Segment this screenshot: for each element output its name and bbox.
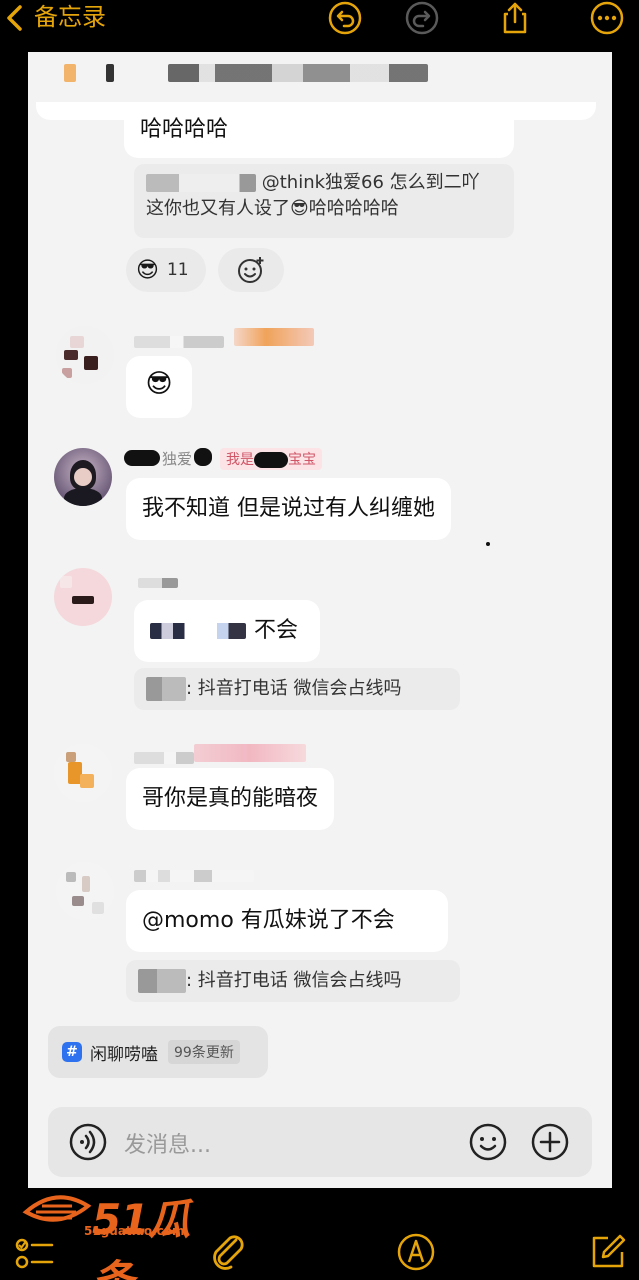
quote-line: : 抖音打电话 微信会占线吗 <box>186 970 402 991</box>
watermark-fish-icon <box>22 1195 92 1222</box>
compose-icon[interactable] <box>588 1232 628 1272</box>
add-emoji-icon <box>238 257 264 283</box>
more-icon <box>590 1 624 35</box>
plus-icon[interactable] <box>530 1122 570 1162</box>
topic-update-badge: 99条更新 <box>168 1040 240 1064</box>
redacted-text <box>168 64 428 82</box>
chat-screenshot: 哈哈哈哈 @think独爱66 怎么到二吖 这你也又有人设了😎哈哈哈哈哈 😎 1… <box>28 52 612 1188</box>
redacted-nickname <box>134 752 194 764</box>
message-bubble: 不会 <box>134 600 320 662</box>
topic-chip[interactable]: # 闲聊唠嗑 99条更新 <box>48 1026 268 1078</box>
redacted-tag <box>234 328 314 346</box>
redacted-tag <box>194 744 306 762</box>
message-text: 😎 <box>145 369 173 399</box>
watermark-url: 51guatiao.com <box>84 1224 185 1238</box>
avatar[interactable] <box>54 448 112 506</box>
message-bubble: 我不知道 但是说过有人纠缠她 <box>126 478 451 540</box>
sunglasses-emoji-icon: 😎 <box>136 257 159 283</box>
message-text: @momo 有瓜妹说了不会 <box>142 908 395 933</box>
voice-icon[interactable] <box>68 1122 108 1162</box>
redo-button[interactable] <box>403 0 441 36</box>
message-bubble: 😎 <box>126 356 192 418</box>
back-button-label[interactable]: 备忘录 <box>34 2 106 32</box>
quoted-message: : 抖音打电话 微信会占线吗 <box>134 668 460 710</box>
quoted-message: : 抖音打电话 微信会占线吗 <box>126 960 460 1002</box>
avatar[interactable] <box>54 568 112 626</box>
emoji-icon[interactable] <box>468 1122 508 1162</box>
quote-line: : 抖音打电话 微信会占线吗 <box>186 678 402 699</box>
attachment-icon[interactable] <box>208 1232 248 1272</box>
redacted-text <box>138 969 186 993</box>
message-bubble: 哥你是真的能暗夜 <box>126 768 335 830</box>
chevron-left-icon[interactable] <box>4 4 24 32</box>
message-text: 哈哈哈哈 <box>140 117 229 142</box>
undo-button[interactable] <box>326 0 364 36</box>
message-input[interactable]: 发消息... <box>124 1127 211 1159</box>
redacted-text <box>146 174 256 192</box>
checklist-icon[interactable] <box>14 1232 54 1272</box>
topic-name: 闲聊唠嗑 <box>90 1044 158 1065</box>
redacted-text <box>254 452 288 468</box>
quote-line: 这你也又有人设了😎哈哈哈哈哈 <box>146 198 399 219</box>
message-input-bar: 发消息... <box>48 1107 592 1177</box>
redacted-text <box>150 623 246 639</box>
share-button[interactable] <box>496 0 534 36</box>
user-tag: 我是 宝宝 <box>220 448 322 470</box>
redacted-nickname <box>138 578 178 588</box>
undo-icon <box>328 1 362 35</box>
avatar[interactable] <box>56 326 114 384</box>
share-icon <box>503 2 527 34</box>
reaction-pill[interactable]: 😎 11 <box>126 248 206 292</box>
redacted-nickname <box>134 870 254 882</box>
quote-line: @think独爱66 怎么到二吖 <box>261 172 480 193</box>
message-text: 哥你是真的能暗夜 <box>142 786 319 811</box>
redacted-text <box>146 677 186 701</box>
quoted-message: @think独爱66 怎么到二吖 这你也又有人设了😎哈哈哈哈哈 <box>134 164 514 238</box>
more-button[interactable] <box>588 0 626 36</box>
add-reaction-button[interactable] <box>218 248 284 292</box>
redacted-avatar <box>64 64 76 82</box>
redacted-text <box>106 64 114 82</box>
tag-text: 我是 <box>226 452 254 468</box>
avatar[interactable] <box>56 862 114 920</box>
message-bubble: @momo 有瓜妹说了不会 <box>126 890 448 952</box>
redacted-nickname <box>134 336 224 348</box>
dot <box>486 542 490 546</box>
redacted-nickname <box>124 450 160 466</box>
message-text: 不会 <box>254 618 299 643</box>
markup-pen-icon[interactable] <box>396 1232 436 1272</box>
nickname: 独爱 <box>162 450 193 468</box>
message-bubble: 哈哈哈哈 <box>124 104 514 158</box>
message-text: 我不知道 但是说过有人纠缠她 <box>142 496 435 521</box>
redacted-nickname <box>194 448 212 466</box>
hashtag-icon: # <box>62 1042 82 1062</box>
avatar[interactable] <box>54 744 112 802</box>
reaction-count: 11 <box>166 260 189 280</box>
redo-icon <box>405 1 439 35</box>
tag-text: 宝宝 <box>288 452 316 468</box>
notes-top-bar: 备忘录 <box>0 0 639 42</box>
